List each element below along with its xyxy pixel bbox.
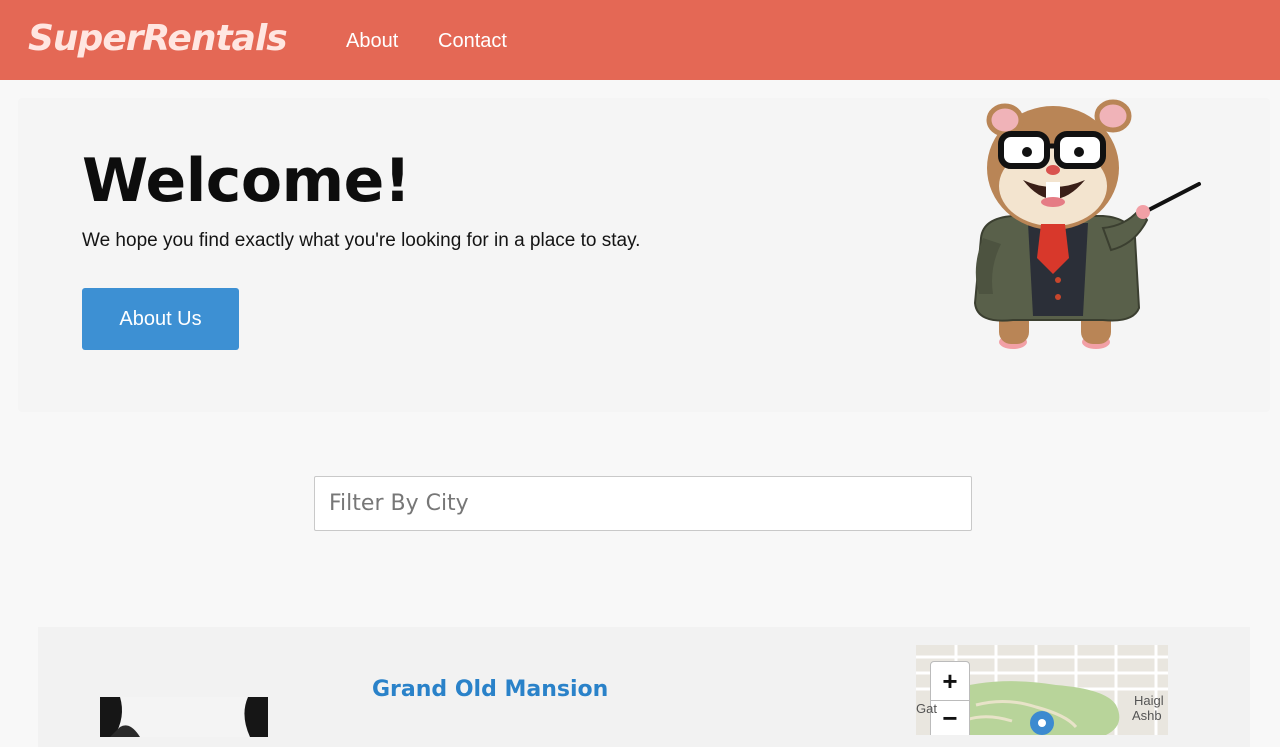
nav-link-contact[interactable]: Contact [438, 30, 507, 53]
welcome-heading: Welcome! [82, 146, 411, 216]
nav-link-about[interactable]: About [346, 30, 398, 53]
map-zoom-in-button[interactable]: + [930, 661, 970, 701]
rental-thumbnail-image[interactable] [100, 697, 268, 737]
listing-map[interactable]: + − Haigl Ashb Gat [916, 645, 1168, 735]
filter-by-city-input[interactable] [314, 476, 972, 531]
map-label-ashbury: Ashb [1132, 708, 1162, 723]
brand-logo-link[interactable]: SuperRentals [28, 18, 288, 59]
tomster-mascot-icon [973, 99, 1201, 349]
map-label-haight: Haigl [1134, 693, 1164, 708]
map-label-gate: Gat [916, 701, 937, 716]
welcome-jumbotron: Welcome! We hope you find exactly what y… [18, 98, 1270, 412]
about-us-button[interactable]: About Us [82, 288, 239, 350]
welcome-tagline: We hope you find exactly what you're loo… [82, 230, 641, 251]
listing-title-link[interactable]: Grand Old Mansion [372, 677, 608, 702]
top-navbar: SuperRentals About Contact [0, 0, 1280, 80]
rental-listing-card: Grand Old Mansion + − Haigl Ashb Gat [38, 627, 1250, 747]
